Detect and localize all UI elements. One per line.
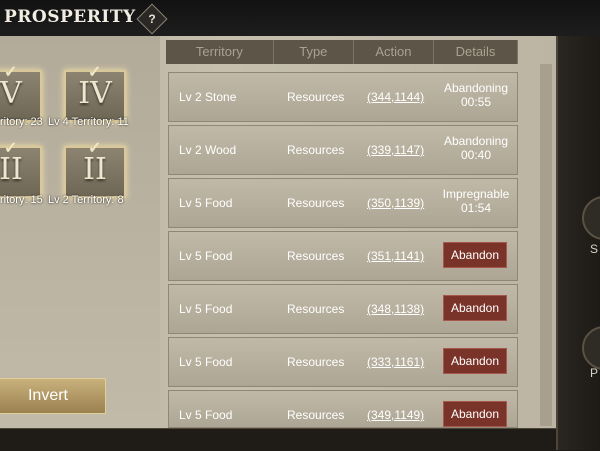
table-row: Lv 5 Food Resources (351,1141) Abandon	[168, 231, 518, 281]
status-line-1: Abandoning	[443, 81, 509, 95]
badge-numeral: II	[83, 152, 107, 187]
territory-label: ritory: 15	[0, 194, 43, 206]
territory-name: Lv 5 Food	[179, 302, 233, 316]
status-line-2: 00:40	[460, 148, 492, 162]
territory-name: Lv 5 Food	[179, 249, 233, 263]
territory-type: Resources	[287, 90, 345, 104]
territory-name: Lv 2 Wood	[179, 143, 237, 157]
badge-numeral: IV	[78, 76, 112, 111]
coordinate-link[interactable]: (348,1138)	[367, 302, 424, 316]
header-details: Details	[434, 40, 518, 64]
territory-label: Lv 4 Territory: 11	[48, 116, 129, 128]
abandon-button[interactable]: Abandon	[443, 242, 507, 268]
table-row: Lv 5 Food Resources (348,1138) Abandon	[168, 284, 518, 334]
status-text: Impregnable 01:54	[439, 187, 513, 215]
territory-type: Resources	[287, 408, 345, 422]
territory-type: Resources	[287, 143, 345, 157]
territory-badge-ii-b[interactable]: ✓ II	[64, 140, 126, 198]
coordinate-link[interactable]: (351,1141)	[367, 249, 424, 263]
coordinate-link[interactable]: (349,1149)	[367, 408, 424, 422]
table-row: Lv 5 Food Resources (349,1149) Abandon	[168, 390, 518, 428]
territory-type: Resources	[287, 355, 345, 369]
territory-type: Resources	[287, 302, 345, 316]
coordinate-link[interactable]: (350,1139)	[367, 196, 424, 210]
abandon-button[interactable]: Abandon	[443, 401, 507, 427]
coordinate-link[interactable]: (344,1144)	[367, 90, 424, 104]
table-row: Lv 5 Food Resources (333,1161) Abandon	[168, 337, 518, 387]
territory-badge-v[interactable]: ✓ V	[0, 64, 42, 122]
territory-name: Lv 5 Food	[179, 196, 233, 210]
territory-badge-iv[interactable]: ✓ IV	[64, 64, 126, 122]
right-side-panel: S P	[556, 36, 600, 450]
help-icon: ?	[148, 12, 156, 26]
territory-name: Lv 5 Food	[179, 408, 233, 422]
coordinate-link[interactable]: (339,1147)	[367, 143, 424, 157]
territory-type: Resources	[287, 249, 345, 263]
badge-numeral: II	[0, 152, 23, 187]
territory-label: Lv 2 Territory: 8	[48, 194, 124, 206]
table-row: Lv 2 Stone Resources (344,1144) Abandoni…	[168, 72, 518, 122]
page-title: PROSPERITY	[4, 7, 136, 27]
header-type: Type	[274, 40, 354, 64]
status-text: Abandoning 00:40	[439, 134, 513, 162]
side-button-ring[interactable]	[582, 196, 600, 240]
status-line-2: 00:55	[460, 95, 492, 109]
side-label: S	[590, 242, 599, 256]
status-line-1: Impregnable	[442, 187, 510, 201]
status-line-1: Abandoning	[443, 134, 509, 148]
abandon-button[interactable]: Abandon	[443, 295, 507, 321]
top-bar: PROSPERITY ?	[0, 0, 600, 37]
header-action: Action	[354, 40, 434, 64]
help-button[interactable]: ?	[136, 3, 168, 35]
territory-name: Lv 2 Stone	[179, 90, 237, 104]
bottom-bar	[0, 428, 556, 451]
status-line-2: 01:54	[460, 201, 492, 215]
abandon-button[interactable]: Abandon	[443, 348, 507, 374]
territory-name: Lv 5 Food	[179, 355, 233, 369]
territory-type: Resources	[287, 196, 345, 210]
table-row: Lv 5 Food Resources (350,1139) Impregnab…	[168, 178, 518, 228]
territory-label: ritory: 23	[0, 116, 43, 128]
table-header: Territory Type Action Details	[166, 40, 518, 64]
status-text: Abandoning 00:55	[439, 81, 513, 109]
side-button-ring[interactable]	[582, 326, 600, 370]
table-row: Lv 2 Wood Resources (339,1147) Abandonin…	[168, 125, 518, 175]
side-label: P	[590, 366, 599, 380]
territory-badge-ii-a[interactable]: ✓ II	[0, 140, 42, 198]
badge-numeral: V	[0, 76, 22, 111]
coordinate-link[interactable]: (333,1161)	[367, 355, 424, 369]
header-territory: Territory	[166, 40, 274, 64]
table-scrollbar[interactable]	[540, 64, 552, 426]
invert-button[interactable]: Invert	[0, 378, 106, 414]
